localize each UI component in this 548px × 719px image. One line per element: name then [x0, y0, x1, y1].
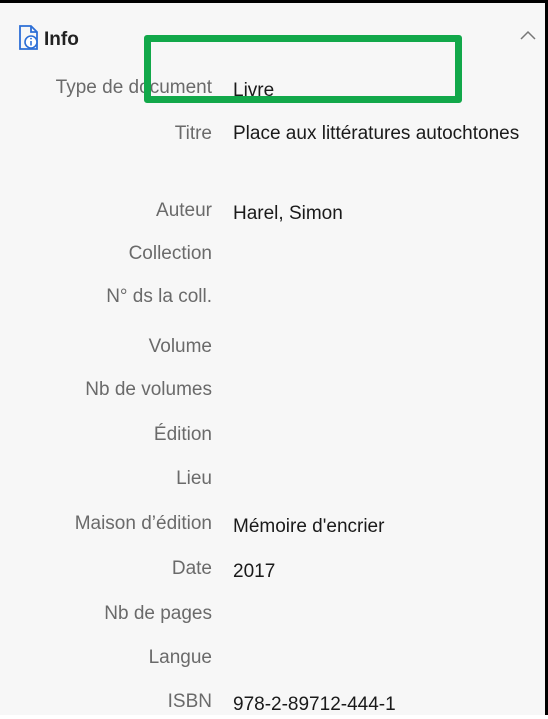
chevron-up-icon[interactable] [518, 27, 538, 43]
field-label: Langue [148, 647, 212, 668]
field-value[interactable]: Place aux littératures autochtones [233, 120, 523, 148]
field-label: Date [171, 558, 212, 579]
field-label: Lieu [176, 468, 212, 489]
field-label: Nb de pages [104, 603, 212, 624]
field-label: Auteur [156, 200, 212, 221]
info-section-title: Info [44, 29, 79, 50]
field-label: Volume [148, 336, 212, 357]
field-value[interactable]: Livre [233, 77, 523, 105]
field-label: Édition [153, 424, 212, 445]
document-info-icon [19, 25, 38, 50]
field-label: Collection [128, 243, 212, 264]
info-section-header[interactable]: Info [0, 3, 545, 75]
field-label: Type de document [55, 77, 212, 98]
field-label: Maison d’édition [74, 513, 212, 534]
field-value[interactable]: Mémoire d'encrier [233, 513, 523, 541]
field-value[interactable]: 2017 [233, 558, 523, 586]
field-label: N° ds la coll. [106, 286, 212, 307]
info-pane: Info Type de document Livre Titre Place … [0, 0, 548, 715]
field-label: ISBN [167, 691, 212, 712]
field-label: Nb de volumes [85, 379, 212, 400]
field-value[interactable]: Harel, Simon [233, 200, 523, 228]
field-label: Titre [174, 123, 212, 144]
